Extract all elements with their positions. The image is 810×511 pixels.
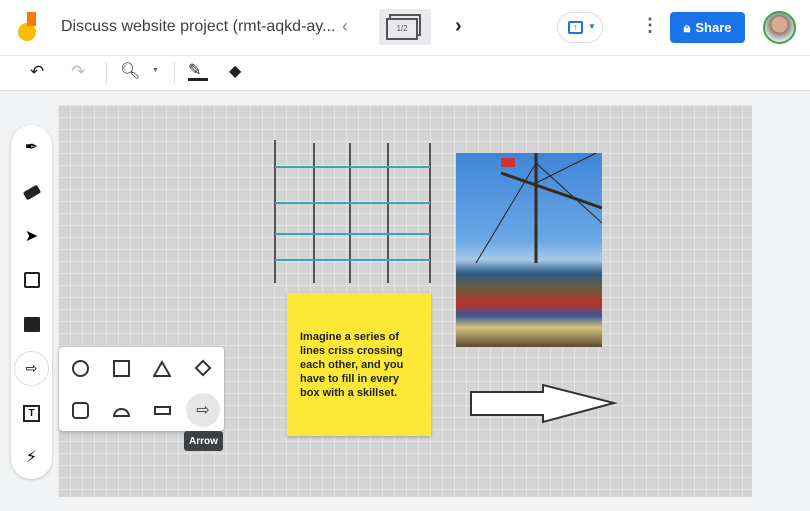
top-bar: Discuss website project (rmt-aqkd-ay... … [0,0,810,55]
sticky-note[interactable]: Imagine a series of lines criss crossing… [287,293,431,436]
rectangle-shape-option[interactable] [145,393,179,427]
square-icon [112,359,130,377]
laser-tool[interactable]: ⚡︎ [11,439,52,475]
eraser-tool[interactable] [11,174,52,210]
zoom-dropdown-icon[interactable]: ▼ [152,67,159,74]
frame-indicator: 1/2 [386,18,418,40]
arrow-shape-icon: ⇨ [25,360,38,376]
zoom-icon[interactable]: 🔍︎ [120,61,140,81]
avatar[interactable] [763,11,796,44]
drawn-grid-lines[interactable] [270,138,435,286]
background-fill-icon[interactable]: ◆ [229,61,241,81]
arrow-tooltip: Arrow [184,431,223,451]
present-button[interactable]: ↑ ▼ [557,12,603,43]
image-icon [23,316,40,332]
text-box-tool[interactable]: T [11,395,52,431]
pen-icon: ✒︎ [24,139,39,156]
arrow-icon: ⇨ [196,402,210,419]
cursor-icon: ➤ [24,228,39,245]
undo-icon[interactable]: ↶ [30,62,44,82]
laser-icon: ⚡︎ [25,449,38,466]
arrow-shape-option[interactable]: ⇨ [186,393,220,427]
shape-picker-menu: ⇨ [59,347,224,431]
redo-icon[interactable]: ↷ [71,62,85,82]
eraser-icon [22,184,41,200]
image-tool[interactable] [11,306,52,342]
pen-color-icon[interactable]: ✎ [188,60,208,81]
prev-frame-icon[interactable]: ‹ [342,16,348,37]
pen-tool[interactable]: ✒︎ [11,129,52,165]
sticky-note-text: Imagine a series of lines criss crossing… [300,331,404,399]
rectangle-icon [153,405,171,415]
rounded-square-icon [71,401,89,419]
triangle-shape-option[interactable] [145,351,179,385]
circle-shape-option[interactable] [63,351,97,385]
share-button[interactable]: 🔒︎ Share [670,12,745,43]
document-title[interactable]: Discuss website project (rmt-aqkd-ay... [61,18,335,36]
next-frame-icon[interactable]: › [455,15,462,38]
select-tool[interactable]: ➤ [11,218,52,254]
shape-tool[interactable]: ⇨ [14,351,49,386]
toolbar: ↶ ↷ 🔍︎ ▼ ✎ ◆ [0,55,810,91]
diamond-icon [194,359,212,377]
rounded-square-shape-option[interactable] [63,393,97,427]
more-options-icon[interactable]: ⋮ [641,15,659,36]
triangle-icon [153,359,171,377]
arrow-shape[interactable] [468,382,618,427]
diamond-shape-option[interactable] [186,351,220,385]
sticky-note-tool[interactable] [11,262,52,298]
ship-photo[interactable] [456,153,602,347]
square-shape-option[interactable] [104,351,138,385]
circle-icon [71,359,89,377]
lock-icon: 🔒︎ [683,19,691,35]
sticky-note-icon [23,272,40,288]
semicircle-shape-option[interactable] [104,393,138,427]
share-label: Share [695,20,732,35]
text-box-icon: T [23,404,40,422]
semicircle-icon [112,407,130,417]
jamboard-logo [18,12,36,41]
present-icon: ↑ [568,21,583,34]
frame-bar-button[interactable]: 1/2 [379,9,431,45]
tool-sidebar: ✒︎ ➤ ⇨ T ⚡︎ [11,125,52,479]
